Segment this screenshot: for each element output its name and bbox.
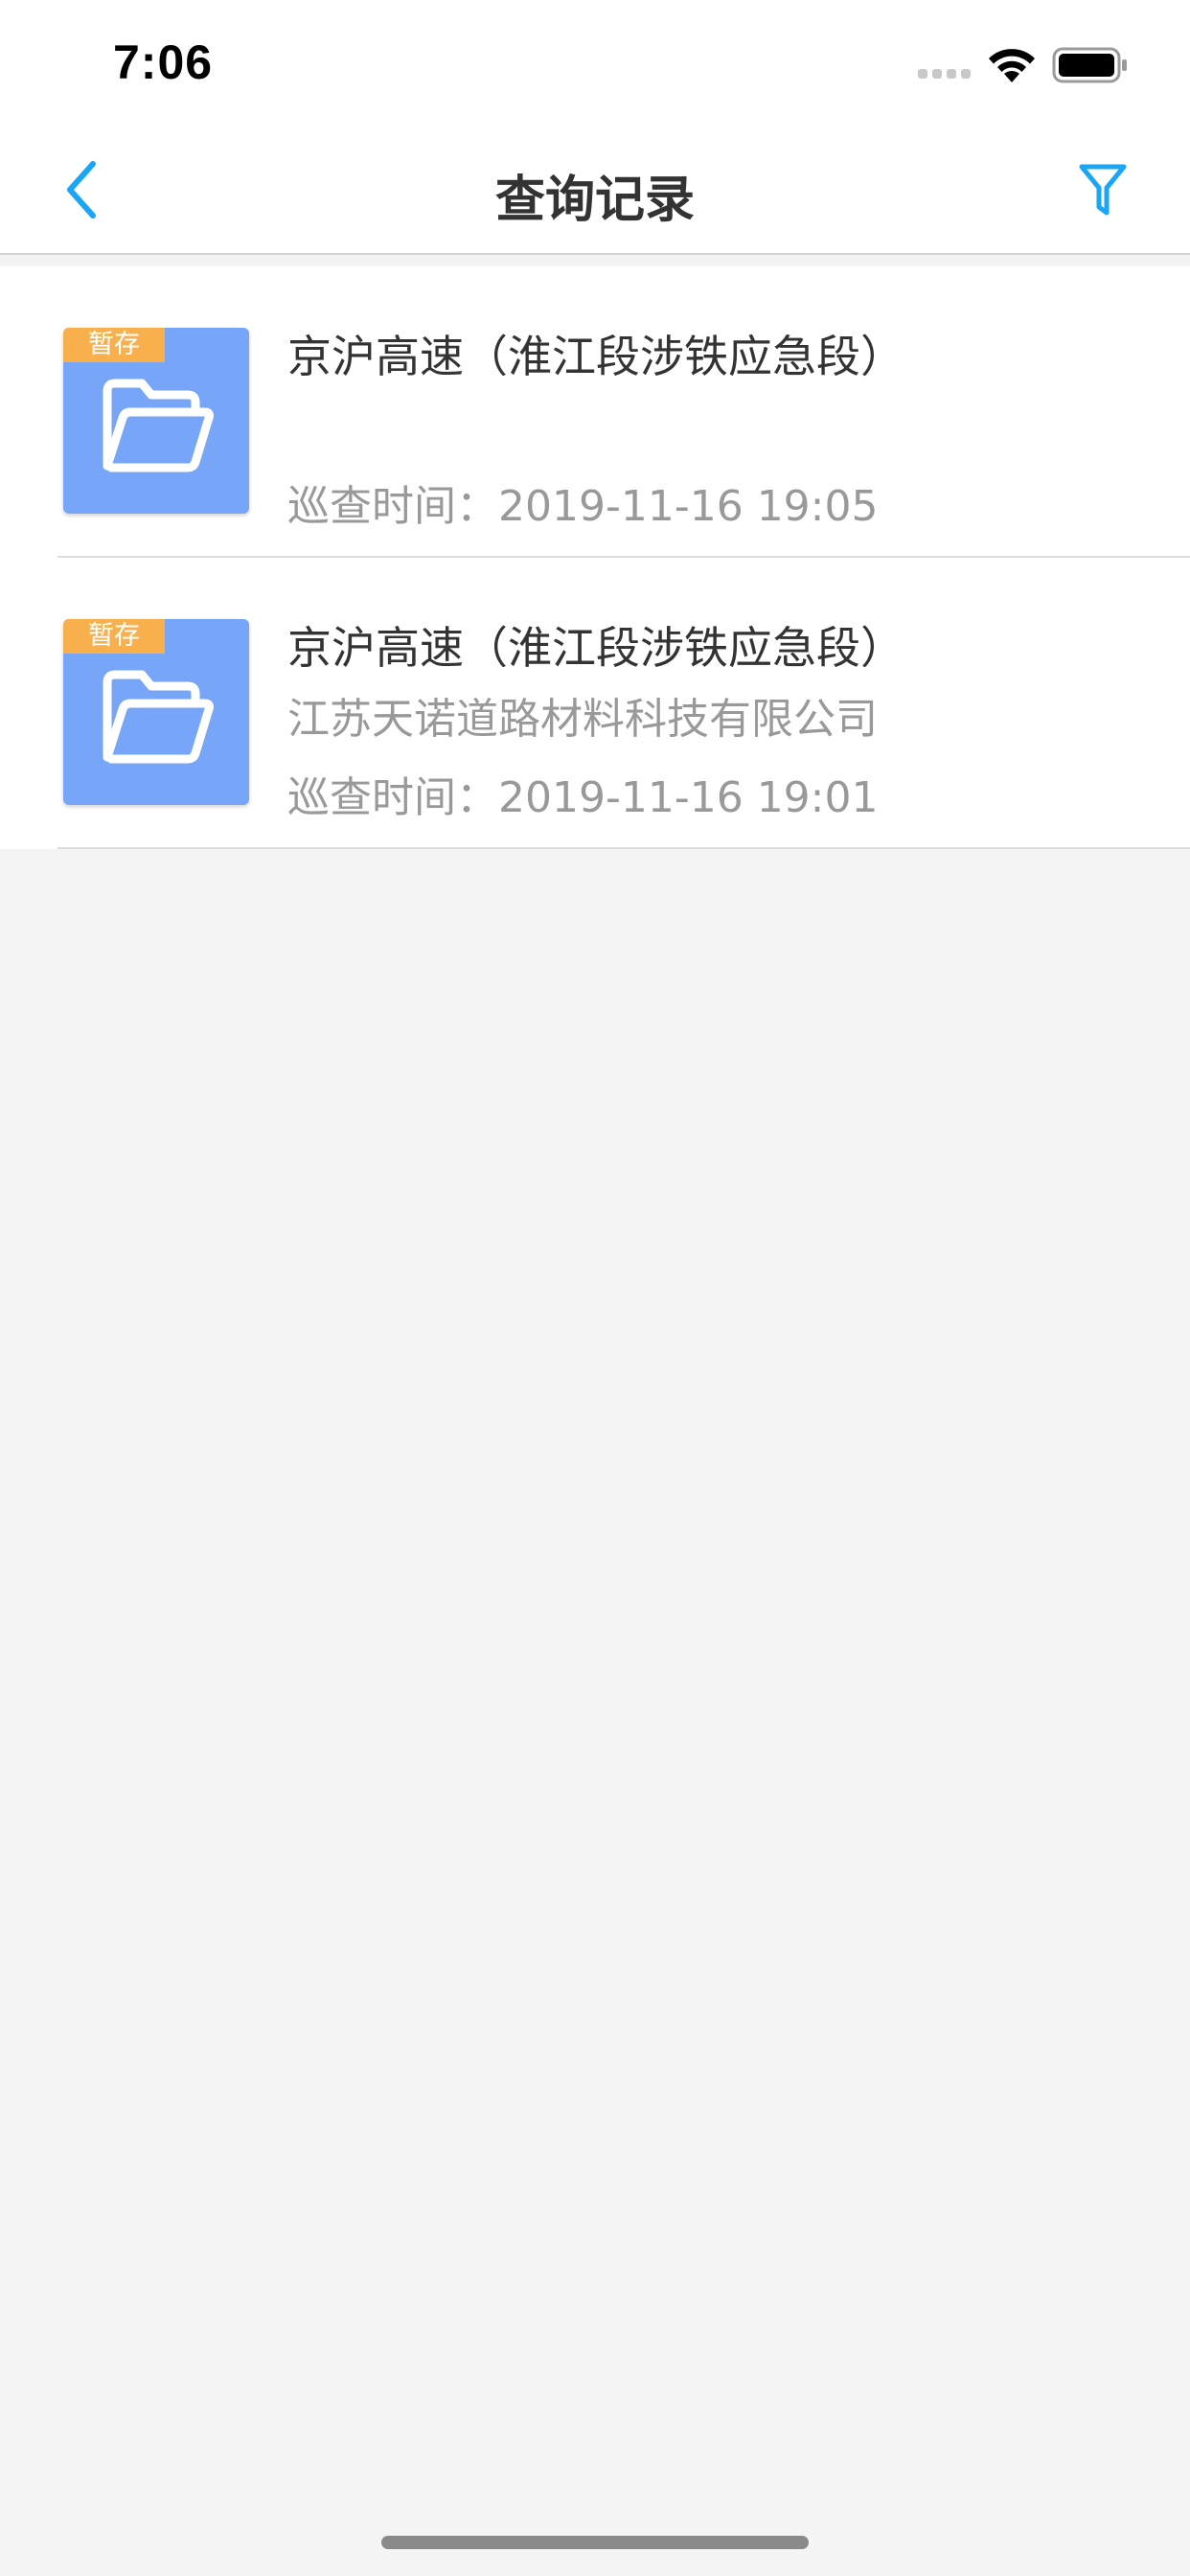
record-thumbnail: 暂存 — [63, 328, 249, 514]
filter-icon — [1079, 164, 1127, 216]
signal-icon — [918, 69, 971, 79]
status-bar: 7:06 — [0, 0, 1190, 125]
draft-badge: 暂存 — [63, 328, 165, 362]
record-time: 巡查时间：2019-11-16 19:01 — [287, 773, 879, 822]
navigation-bar: 查询记录 — [0, 125, 1190, 255]
wifi-icon — [989, 49, 1035, 82]
draft-badge: 暂存 — [63, 619, 165, 654]
record-item[interactable]: 暂存 京沪高速（淮江段涉铁应急段） 江苏天诺道路材料科技有限公司 巡查时间：20… — [0, 558, 1190, 849]
record-thumbnail: 暂存 — [63, 619, 249, 805]
record-time: 巡查时间：2019-11-16 19:05 — [287, 482, 879, 531]
battery-icon — [1052, 47, 1127, 83]
folder-icon — [103, 379, 214, 472]
record-title: 京沪高速（淮江段涉铁应急段） — [287, 622, 904, 674]
record-list: 暂存 京沪高速（淮江段涉铁应急段） 巡查时间：2019-11-16 19:05 … — [0, 266, 1190, 849]
record-company: 江苏天诺道路材料科技有限公司 — [287, 695, 878, 744]
record-item[interactable]: 暂存 京沪高速（淮江段涉铁应急段） 巡查时间：2019-11-16 19:05 — [0, 266, 1190, 558]
home-indicator[interactable] — [381, 2536, 809, 2549]
folder-icon — [103, 670, 214, 764]
filter-button[interactable] — [1068, 151, 1137, 228]
status-time: 7:06 — [113, 35, 214, 89]
record-title: 京沪高速（淮江段涉铁应急段） — [287, 331, 904, 382]
page-title: 查询记录 — [494, 172, 695, 229]
divider — [57, 847, 1190, 849]
